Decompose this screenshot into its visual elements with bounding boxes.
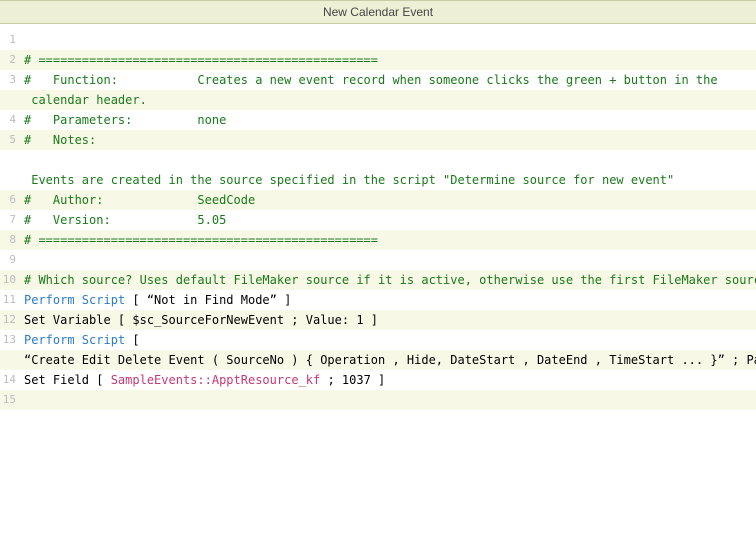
code-content[interactable]: calendar header.: [22, 90, 756, 110]
line-number: 13: [0, 330, 22, 350]
line-number: 1: [0, 30, 22, 50]
code-content[interactable]: # Version: 5.05: [22, 210, 756, 230]
code-line[interactable]: 12Set Variable [ $sc_SourceForNewEvent ;…: [0, 310, 756, 330]
code-line[interactable]: 11Perform Script [ “Not in Find Mode” ]: [0, 290, 756, 310]
code-content[interactable]: # Parameters: none: [22, 110, 756, 130]
line-number: 9: [0, 250, 22, 270]
line-number: 5: [0, 130, 22, 150]
code-line[interactable]: 3# Function: Creates a new event record …: [0, 70, 756, 90]
line-number: 11: [0, 290, 22, 310]
code-content[interactable]: Perform Script [ “Not in Find Mode” ]: [22, 290, 756, 310]
code-content[interactable]: “Create Edit Delete Event ( SourceNo ) {…: [22, 350, 756, 370]
code-content[interactable]: # ======================================…: [22, 50, 756, 70]
code-line-continuation[interactable]: calendar header.: [0, 90, 756, 110]
code-content[interactable]: # Author: SeedCode: [22, 190, 756, 210]
code-line[interactable]: 9: [0, 250, 756, 270]
code-content[interactable]: # ======================================…: [22, 230, 756, 250]
code-content[interactable]: Set Variable [ $sc_SourceForNewEvent ; V…: [22, 310, 756, 330]
code-content[interactable]: [22, 30, 756, 50]
line-number: 7: [0, 210, 22, 230]
line-number: 12: [0, 310, 22, 330]
script-editor[interactable]: 1 2# ===================================…: [0, 24, 756, 410]
line-number: 3: [0, 70, 22, 90]
code-line[interactable]: 7# Version: 5.05: [0, 210, 756, 230]
code-content[interactable]: # Which source? Uses default FileMaker s…: [22, 270, 756, 290]
code-content[interactable]: # Function: Creates a new event record w…: [22, 70, 756, 90]
code-content[interactable]: Perform Script [: [22, 330, 756, 350]
code-line[interactable]: 5# Notes:: [0, 130, 756, 150]
code-content[interactable]: Events are created in the source specifi…: [22, 170, 756, 190]
code-line[interactable]: 10# Which source? Uses default FileMaker…: [0, 270, 756, 290]
code-line[interactable]: 2# =====================================…: [0, 50, 756, 70]
code-line[interactable]: 6# Author: SeedCode: [0, 190, 756, 210]
code-line[interactable]: 8# =====================================…: [0, 230, 756, 250]
line-number: 4: [0, 110, 22, 130]
line-number: 2: [0, 50, 22, 70]
code-content[interactable]: [22, 250, 756, 270]
code-content[interactable]: [22, 390, 756, 410]
code-line[interactable]: 15: [0, 390, 756, 410]
line-number: 14: [0, 370, 22, 390]
code-line[interactable]: 4# Parameters: none: [0, 110, 756, 130]
window-title: New Calendar Event: [0, 0, 756, 24]
code-line-continuation[interactable]: Events are created in the source specifi…: [0, 170, 756, 190]
line-number: 15: [0, 390, 22, 410]
code-line[interactable]: 13Perform Script [: [0, 330, 756, 350]
line-number: 10: [0, 270, 22, 290]
line-number: 8: [0, 230, 22, 250]
code-content[interactable]: Set Field [ SampleEvents::ApptResource_k…: [22, 370, 756, 390]
code-line[interactable]: 1: [0, 30, 756, 50]
code-line-continuation[interactable]: “Create Edit Delete Event ( SourceNo ) {…: [0, 350, 756, 370]
line-number: 6: [0, 190, 22, 210]
code-content[interactable]: # Notes:: [22, 130, 756, 150]
code-line[interactable]: 14Set Field [ SampleEvents::ApptResource…: [0, 370, 756, 390]
